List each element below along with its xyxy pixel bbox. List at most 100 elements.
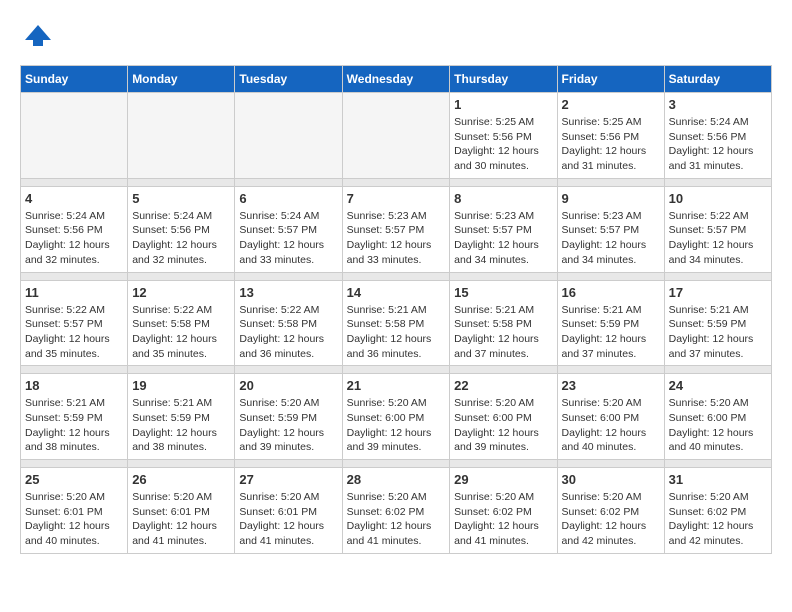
calendar-cell: 27 Sunrise: 5:20 AMSunset: 6:01 PMDaylig… xyxy=(235,468,342,554)
calendar-cell: 20 Sunrise: 5:20 AMSunset: 5:59 PMDaylig… xyxy=(235,374,342,460)
calendar-cell: 8 Sunrise: 5:23 AMSunset: 5:57 PMDayligh… xyxy=(450,186,557,272)
calendar-week-3: 11 Sunrise: 5:22 AMSunset: 5:57 PMDaylig… xyxy=(21,280,772,366)
day-number: 1 xyxy=(454,97,552,112)
day-info: Sunrise: 5:21 AMSunset: 5:59 PMDaylight:… xyxy=(132,396,230,455)
day-number: 15 xyxy=(454,285,552,300)
calendar-cell: 1 Sunrise: 5:25 AMSunset: 5:56 PMDayligh… xyxy=(450,93,557,179)
calendar-header-saturday: Saturday xyxy=(664,66,771,93)
calendar-cell: 31 Sunrise: 5:20 AMSunset: 6:02 PMDaylig… xyxy=(664,468,771,554)
day-info: Sunrise: 5:24 AMSunset: 5:56 PMDaylight:… xyxy=(669,115,767,174)
day-info: Sunrise: 5:25 AMSunset: 5:56 PMDaylight:… xyxy=(454,115,552,174)
calendar-cell: 26 Sunrise: 5:20 AMSunset: 6:01 PMDaylig… xyxy=(128,468,235,554)
day-info: Sunrise: 5:25 AMSunset: 5:56 PMDaylight:… xyxy=(562,115,660,174)
header xyxy=(20,20,772,55)
calendar-cell: 22 Sunrise: 5:20 AMSunset: 6:00 PMDaylig… xyxy=(450,374,557,460)
calendar-cell: 2 Sunrise: 5:25 AMSunset: 5:56 PMDayligh… xyxy=(557,93,664,179)
day-number: 5 xyxy=(132,191,230,206)
day-number: 13 xyxy=(239,285,337,300)
row-separator xyxy=(21,366,772,374)
day-info: Sunrise: 5:20 AMSunset: 6:02 PMDaylight:… xyxy=(669,490,767,549)
day-info: Sunrise: 5:20 AMSunset: 6:02 PMDaylight:… xyxy=(562,490,660,549)
day-info: Sunrise: 5:20 AMSunset: 6:01 PMDaylight:… xyxy=(132,490,230,549)
day-number: 10 xyxy=(669,191,767,206)
calendar-cell xyxy=(342,93,450,179)
day-number: 18 xyxy=(25,378,123,393)
calendar-week-2: 4 Sunrise: 5:24 AMSunset: 5:56 PMDayligh… xyxy=(21,186,772,272)
row-separator xyxy=(21,178,772,186)
day-number: 24 xyxy=(669,378,767,393)
day-number: 14 xyxy=(347,285,446,300)
day-info: Sunrise: 5:20 AMSunset: 6:01 PMDaylight:… xyxy=(239,490,337,549)
day-number: 20 xyxy=(239,378,337,393)
calendar-cell: 15 Sunrise: 5:21 AMSunset: 5:58 PMDaylig… xyxy=(450,280,557,366)
calendar-header-sunday: Sunday xyxy=(21,66,128,93)
calendar-cell: 16 Sunrise: 5:21 AMSunset: 5:59 PMDaylig… xyxy=(557,280,664,366)
calendar-week-4: 18 Sunrise: 5:21 AMSunset: 5:59 PMDaylig… xyxy=(21,374,772,460)
day-number: 12 xyxy=(132,285,230,300)
day-info: Sunrise: 5:22 AMSunset: 5:58 PMDaylight:… xyxy=(132,303,230,362)
calendar-cell: 21 Sunrise: 5:20 AMSunset: 6:00 PMDaylig… xyxy=(342,374,450,460)
day-number: 16 xyxy=(562,285,660,300)
calendar-cell: 24 Sunrise: 5:20 AMSunset: 6:00 PMDaylig… xyxy=(664,374,771,460)
day-number: 9 xyxy=(562,191,660,206)
calendar-cell: 12 Sunrise: 5:22 AMSunset: 5:58 PMDaylig… xyxy=(128,280,235,366)
day-info: Sunrise: 5:20 AMSunset: 6:00 PMDaylight:… xyxy=(562,396,660,455)
row-separator xyxy=(21,272,772,280)
day-info: Sunrise: 5:21 AMSunset: 5:59 PMDaylight:… xyxy=(669,303,767,362)
day-number: 26 xyxy=(132,472,230,487)
calendar-cell: 10 Sunrise: 5:22 AMSunset: 5:57 PMDaylig… xyxy=(664,186,771,272)
calendar-cell: 23 Sunrise: 5:20 AMSunset: 6:00 PMDaylig… xyxy=(557,374,664,460)
calendar-cell: 4 Sunrise: 5:24 AMSunset: 5:56 PMDayligh… xyxy=(21,186,128,272)
calendar-cell: 19 Sunrise: 5:21 AMSunset: 5:59 PMDaylig… xyxy=(128,374,235,460)
day-number: 11 xyxy=(25,285,123,300)
day-info: Sunrise: 5:24 AMSunset: 5:56 PMDaylight:… xyxy=(132,209,230,268)
calendar-cell: 5 Sunrise: 5:24 AMSunset: 5:56 PMDayligh… xyxy=(128,186,235,272)
calendar-cell xyxy=(235,93,342,179)
day-info: Sunrise: 5:22 AMSunset: 5:57 PMDaylight:… xyxy=(25,303,123,362)
logo-icon xyxy=(23,20,53,50)
day-info: Sunrise: 5:21 AMSunset: 5:58 PMDaylight:… xyxy=(454,303,552,362)
day-info: Sunrise: 5:20 AMSunset: 5:59 PMDaylight:… xyxy=(239,396,337,455)
day-info: Sunrise: 5:22 AMSunset: 5:57 PMDaylight:… xyxy=(669,209,767,268)
day-number: 23 xyxy=(562,378,660,393)
day-info: Sunrise: 5:20 AMSunset: 6:00 PMDaylight:… xyxy=(454,396,552,455)
calendar-cell xyxy=(128,93,235,179)
day-number: 28 xyxy=(347,472,446,487)
day-number: 8 xyxy=(454,191,552,206)
calendar-header-friday: Friday xyxy=(557,66,664,93)
day-info: Sunrise: 5:22 AMSunset: 5:58 PMDaylight:… xyxy=(239,303,337,362)
day-number: 7 xyxy=(347,191,446,206)
calendar-header-row: SundayMondayTuesdayWednesdayThursdayFrid… xyxy=(21,66,772,93)
day-info: Sunrise: 5:20 AMSunset: 6:00 PMDaylight:… xyxy=(669,396,767,455)
day-number: 25 xyxy=(25,472,123,487)
calendar-cell: 28 Sunrise: 5:20 AMSunset: 6:02 PMDaylig… xyxy=(342,468,450,554)
day-number: 17 xyxy=(669,285,767,300)
calendar-header-thursday: Thursday xyxy=(450,66,557,93)
calendar-cell: 7 Sunrise: 5:23 AMSunset: 5:57 PMDayligh… xyxy=(342,186,450,272)
day-number: 3 xyxy=(669,97,767,112)
calendar-week-1: 1 Sunrise: 5:25 AMSunset: 5:56 PMDayligh… xyxy=(21,93,772,179)
calendar-cell: 13 Sunrise: 5:22 AMSunset: 5:58 PMDaylig… xyxy=(235,280,342,366)
calendar-header-monday: Monday xyxy=(128,66,235,93)
day-number: 21 xyxy=(347,378,446,393)
day-info: Sunrise: 5:20 AMSunset: 6:01 PMDaylight:… xyxy=(25,490,123,549)
day-number: 4 xyxy=(25,191,123,206)
day-info: Sunrise: 5:20 AMSunset: 6:00 PMDaylight:… xyxy=(347,396,446,455)
day-number: 30 xyxy=(562,472,660,487)
day-number: 22 xyxy=(454,378,552,393)
calendar-cell: 9 Sunrise: 5:23 AMSunset: 5:57 PMDayligh… xyxy=(557,186,664,272)
day-info: Sunrise: 5:23 AMSunset: 5:57 PMDaylight:… xyxy=(562,209,660,268)
calendar-cell: 25 Sunrise: 5:20 AMSunset: 6:01 PMDaylig… xyxy=(21,468,128,554)
day-info: Sunrise: 5:23 AMSunset: 5:57 PMDaylight:… xyxy=(454,209,552,268)
calendar-cell: 17 Sunrise: 5:21 AMSunset: 5:59 PMDaylig… xyxy=(664,280,771,366)
day-number: 31 xyxy=(669,472,767,487)
day-number: 27 xyxy=(239,472,337,487)
row-separator xyxy=(21,460,772,468)
calendar-cell: 18 Sunrise: 5:21 AMSunset: 5:59 PMDaylig… xyxy=(21,374,128,460)
calendar-cell: 3 Sunrise: 5:24 AMSunset: 5:56 PMDayligh… xyxy=(664,93,771,179)
day-info: Sunrise: 5:24 AMSunset: 5:56 PMDaylight:… xyxy=(25,209,123,268)
day-number: 29 xyxy=(454,472,552,487)
calendar-header-wednesday: Wednesday xyxy=(342,66,450,93)
day-number: 2 xyxy=(562,97,660,112)
day-info: Sunrise: 5:21 AMSunset: 5:59 PMDaylight:… xyxy=(562,303,660,362)
